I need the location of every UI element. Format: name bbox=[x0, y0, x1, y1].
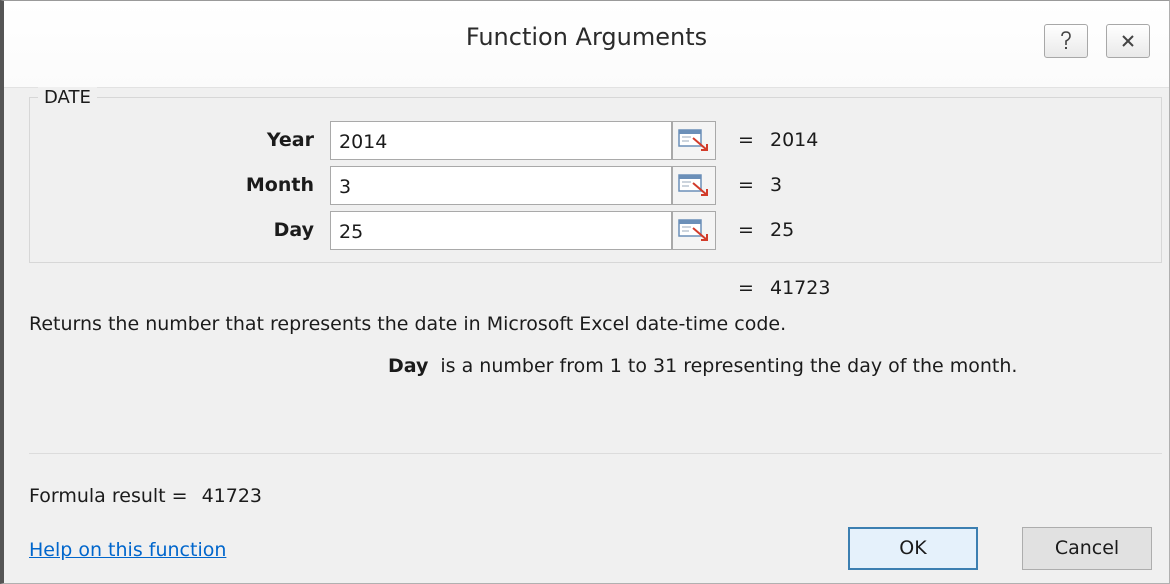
year-evaluated: 2014 bbox=[770, 129, 819, 151]
year-label: Year bbox=[266, 129, 314, 151]
function-description: Returns the number that represents the d… bbox=[29, 313, 787, 335]
month-input[interactable]: 3 bbox=[330, 166, 672, 205]
year-collapse-button[interactable] bbox=[672, 121, 716, 160]
function-arguments-dialog: Function Arguments DATE Year 2014 = 2014… bbox=[0, 0, 1170, 584]
month-equals: = bbox=[738, 174, 754, 196]
help-question-icon bbox=[1061, 31, 1071, 49]
dialog-title: Function Arguments bbox=[465, 23, 708, 51]
year-input[interactable]: 2014 bbox=[330, 121, 672, 160]
month-label: Month bbox=[245, 174, 314, 196]
divider bbox=[29, 453, 1162, 454]
month-evaluated: 3 bbox=[770, 174, 783, 196]
cancel-button[interactable]: Cancel bbox=[1022, 527, 1152, 570]
day-input[interactable]: 25 bbox=[330, 211, 672, 250]
day-equals: = bbox=[738, 219, 754, 241]
argument-description-text: is a number from 1 to 31 representing th… bbox=[440, 355, 1018, 377]
collapse-dialog-icon bbox=[678, 219, 708, 241]
day-evaluated: 25 bbox=[770, 219, 795, 241]
formula-result-label: Formula result = bbox=[29, 485, 188, 507]
year-equals: = bbox=[738, 129, 754, 151]
close-icon bbox=[1122, 35, 1134, 47]
argument-name: Day bbox=[388, 355, 429, 377]
formula-result-value: 41723 bbox=[201, 485, 263, 507]
ok-button[interactable]: OK bbox=[848, 527, 978, 570]
title-bar[interactable]: Function Arguments bbox=[4, 1, 1169, 88]
result-value: 41723 bbox=[770, 277, 831, 299]
formula-result: Formula result = 41723 bbox=[29, 485, 262, 507]
collapse-dialog-icon bbox=[678, 129, 708, 151]
function-name: DATE bbox=[38, 87, 97, 108]
day-collapse-button[interactable] bbox=[672, 211, 716, 250]
day-label: Day bbox=[273, 219, 314, 241]
month-collapse-button[interactable] bbox=[672, 166, 716, 205]
close-button[interactable] bbox=[1106, 24, 1150, 58]
argument-description: Day is a number from 1 to 31 representing… bbox=[388, 355, 1017, 377]
collapse-dialog-icon bbox=[678, 174, 708, 196]
help-button[interactable] bbox=[1044, 24, 1088, 58]
help-on-function-link[interactable]: Help on this function bbox=[29, 539, 226, 561]
result-equals: = bbox=[738, 277, 754, 299]
